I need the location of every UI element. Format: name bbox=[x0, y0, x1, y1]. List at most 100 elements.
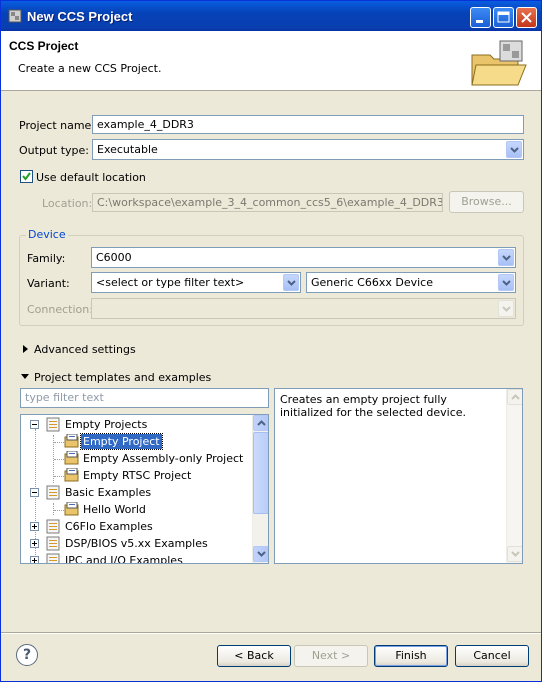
templates-collapse-icon[interactable] bbox=[21, 374, 29, 379]
family-value: C6000 bbox=[96, 251, 132, 264]
tree-item-label: C6Flo Examples bbox=[65, 520, 153, 533]
checkmark-icon bbox=[22, 172, 31, 181]
family-select[interactable]: C6000 bbox=[91, 247, 516, 268]
chevron-down-icon bbox=[502, 306, 511, 312]
tree-item-empty-project[interactable]: Empty Project bbox=[21, 433, 251, 450]
minimize-icon bbox=[476, 20, 483, 23]
tree-item-label: Empty Assembly-only Project bbox=[83, 452, 244, 465]
output-type-label: Output type: bbox=[19, 144, 89, 157]
new-project-folder-icon bbox=[471, 40, 527, 86]
chevron-up-icon bbox=[511, 394, 520, 400]
advanced-settings-toggle[interactable]: Advanced settings bbox=[34, 343, 136, 356]
project-name-field[interactable]: example_4_DDR3 bbox=[92, 115, 524, 134]
next-button[interactable]: Next > bbox=[294, 645, 368, 667]
tree-item-dsp-bios-examples[interactable]: DSP/BIOS v5.xx Examples bbox=[21, 535, 251, 552]
tree-item-label: Empty Projects bbox=[65, 418, 148, 431]
tree-item-label: IPC and I/O Examples bbox=[65, 554, 183, 564]
folder-icon bbox=[46, 536, 60, 551]
scroll-up-button[interactable] bbox=[253, 415, 268, 431]
close-icon bbox=[521, 12, 532, 23]
output-type-dropdown-button[interactable] bbox=[506, 141, 522, 158]
chevron-down-icon bbox=[502, 255, 511, 261]
tree-item-hello-world[interactable]: Hello World bbox=[21, 501, 251, 518]
variant-filter-value: <select or type filter text> bbox=[96, 276, 245, 289]
use-default-location-checkbox[interactable] bbox=[20, 170, 33, 183]
tree-connector bbox=[54, 510, 64, 511]
collapse-icon[interactable] bbox=[30, 420, 39, 429]
template-tree[interactable]: Empty Projects Empty Project Empty Assem… bbox=[20, 414, 269, 564]
output-type-value: Executable bbox=[97, 143, 158, 156]
tree-item-basic-examples[interactable]: Basic Examples bbox=[21, 484, 251, 501]
tree-connector bbox=[54, 476, 64, 477]
project-template-icon bbox=[64, 434, 79, 448]
expand-icon[interactable] bbox=[30, 539, 39, 548]
variant-filter-select[interactable]: <select or type filter text> bbox=[91, 272, 301, 293]
output-type-select[interactable]: Executable bbox=[92, 139, 524, 160]
connection-dropdown-button[interactable] bbox=[498, 300, 514, 317]
title-bar[interactable]: New CCS Project bbox=[1, 1, 541, 31]
scroll-up-button[interactable] bbox=[507, 389, 522, 405]
scroll-down-button[interactable] bbox=[253, 546, 268, 562]
templates-section-toggle[interactable]: Project templates and examples bbox=[34, 371, 211, 384]
variant-filter-dropdown-button[interactable] bbox=[283, 274, 299, 291]
scroll-thumb[interactable] bbox=[253, 432, 268, 514]
location-label: Location: bbox=[42, 197, 93, 210]
window-title: New CCS Project bbox=[27, 9, 133, 24]
tree-connector bbox=[54, 459, 64, 460]
variant-select[interactable]: Generic C66xx Device bbox=[306, 272, 516, 293]
chevron-down-icon bbox=[287, 280, 296, 286]
advanced-settings-expand-icon[interactable] bbox=[23, 345, 28, 353]
back-button[interactable]: < Back bbox=[217, 645, 291, 667]
folder-icon bbox=[46, 417, 60, 432]
location-field[interactable]: C:\workspace\example_3_4_common_ccs5_6\e… bbox=[92, 193, 443, 212]
tree-item-label: Empty Project bbox=[80, 433, 163, 450]
project-template-icon bbox=[64, 468, 79, 482]
folder-icon bbox=[46, 553, 60, 563]
expand-icon[interactable] bbox=[30, 556, 39, 563]
expand-icon[interactable] bbox=[30, 522, 39, 531]
connection-label: Connection: bbox=[27, 303, 93, 316]
tree-item-empty-assembly-only-project[interactable]: Empty Assembly-only Project bbox=[21, 450, 251, 467]
tree-item-label: DSP/BIOS v5.xx Examples bbox=[65, 537, 208, 550]
tree-item-c6flo-examples[interactable]: C6Flo Examples bbox=[21, 518, 251, 535]
help-button[interactable]: ? bbox=[16, 644, 38, 666]
finish-button[interactable]: Finish bbox=[374, 645, 448, 667]
variant-label: Variant: bbox=[27, 277, 70, 290]
new-ccs-project-dialog: New CCS Project CCS Project Create a new… bbox=[0, 0, 542, 682]
footer-separator bbox=[1, 632, 541, 634]
tree-item-label: Basic Examples bbox=[65, 486, 152, 499]
device-group-title: Device bbox=[26, 228, 68, 241]
project-template-icon bbox=[64, 502, 79, 516]
project-template-icon bbox=[64, 451, 79, 465]
variant-dropdown-button[interactable] bbox=[498, 274, 514, 291]
connection-select[interactable] bbox=[91, 298, 516, 319]
tree-item-ipc-io-examples[interactable]: IPC and I/O Examples bbox=[21, 552, 251, 564]
tree-item-label: Hello World bbox=[83, 503, 146, 516]
tree-item-label: Empty RTSC Project bbox=[83, 469, 192, 482]
tree-scrollbar[interactable] bbox=[252, 415, 268, 563]
wizard-header: CCS Project Create a new CCS Project. bbox=[1, 31, 541, 91]
chevron-up-icon bbox=[257, 420, 266, 426]
minimize-button[interactable] bbox=[470, 7, 491, 28]
template-filter-input[interactable]: type filter text bbox=[20, 388, 269, 408]
maximize-button[interactable] bbox=[493, 7, 514, 28]
variant-value: Generic C66xx Device bbox=[311, 276, 433, 289]
tree-item-empty-rtsc-project[interactable]: Empty RTSC Project bbox=[21, 467, 251, 484]
page-subtitle: Create a new CCS Project. bbox=[18, 62, 162, 75]
page-title: CCS Project bbox=[9, 39, 79, 53]
folder-icon bbox=[46, 519, 60, 534]
project-name-label: Project name: bbox=[19, 119, 96, 132]
use-default-location-label[interactable]: Use default location bbox=[36, 171, 146, 184]
close-button[interactable] bbox=[516, 7, 537, 28]
template-description-panel: Creates an empty project fully initializ… bbox=[274, 388, 523, 564]
collapse-icon[interactable] bbox=[30, 488, 39, 497]
scroll-down-button[interactable] bbox=[507, 546, 522, 562]
tree-item-empty-projects[interactable]: Empty Projects bbox=[21, 416, 251, 433]
chevron-down-icon bbox=[510, 147, 519, 153]
browse-button[interactable]: Browse... bbox=[449, 191, 524, 213]
cancel-button[interactable]: Cancel bbox=[455, 645, 529, 667]
family-dropdown-button[interactable] bbox=[498, 249, 514, 266]
folder-icon bbox=[46, 485, 60, 500]
chevron-down-icon bbox=[502, 280, 511, 286]
description-scrollbar[interactable] bbox=[506, 389, 522, 563]
